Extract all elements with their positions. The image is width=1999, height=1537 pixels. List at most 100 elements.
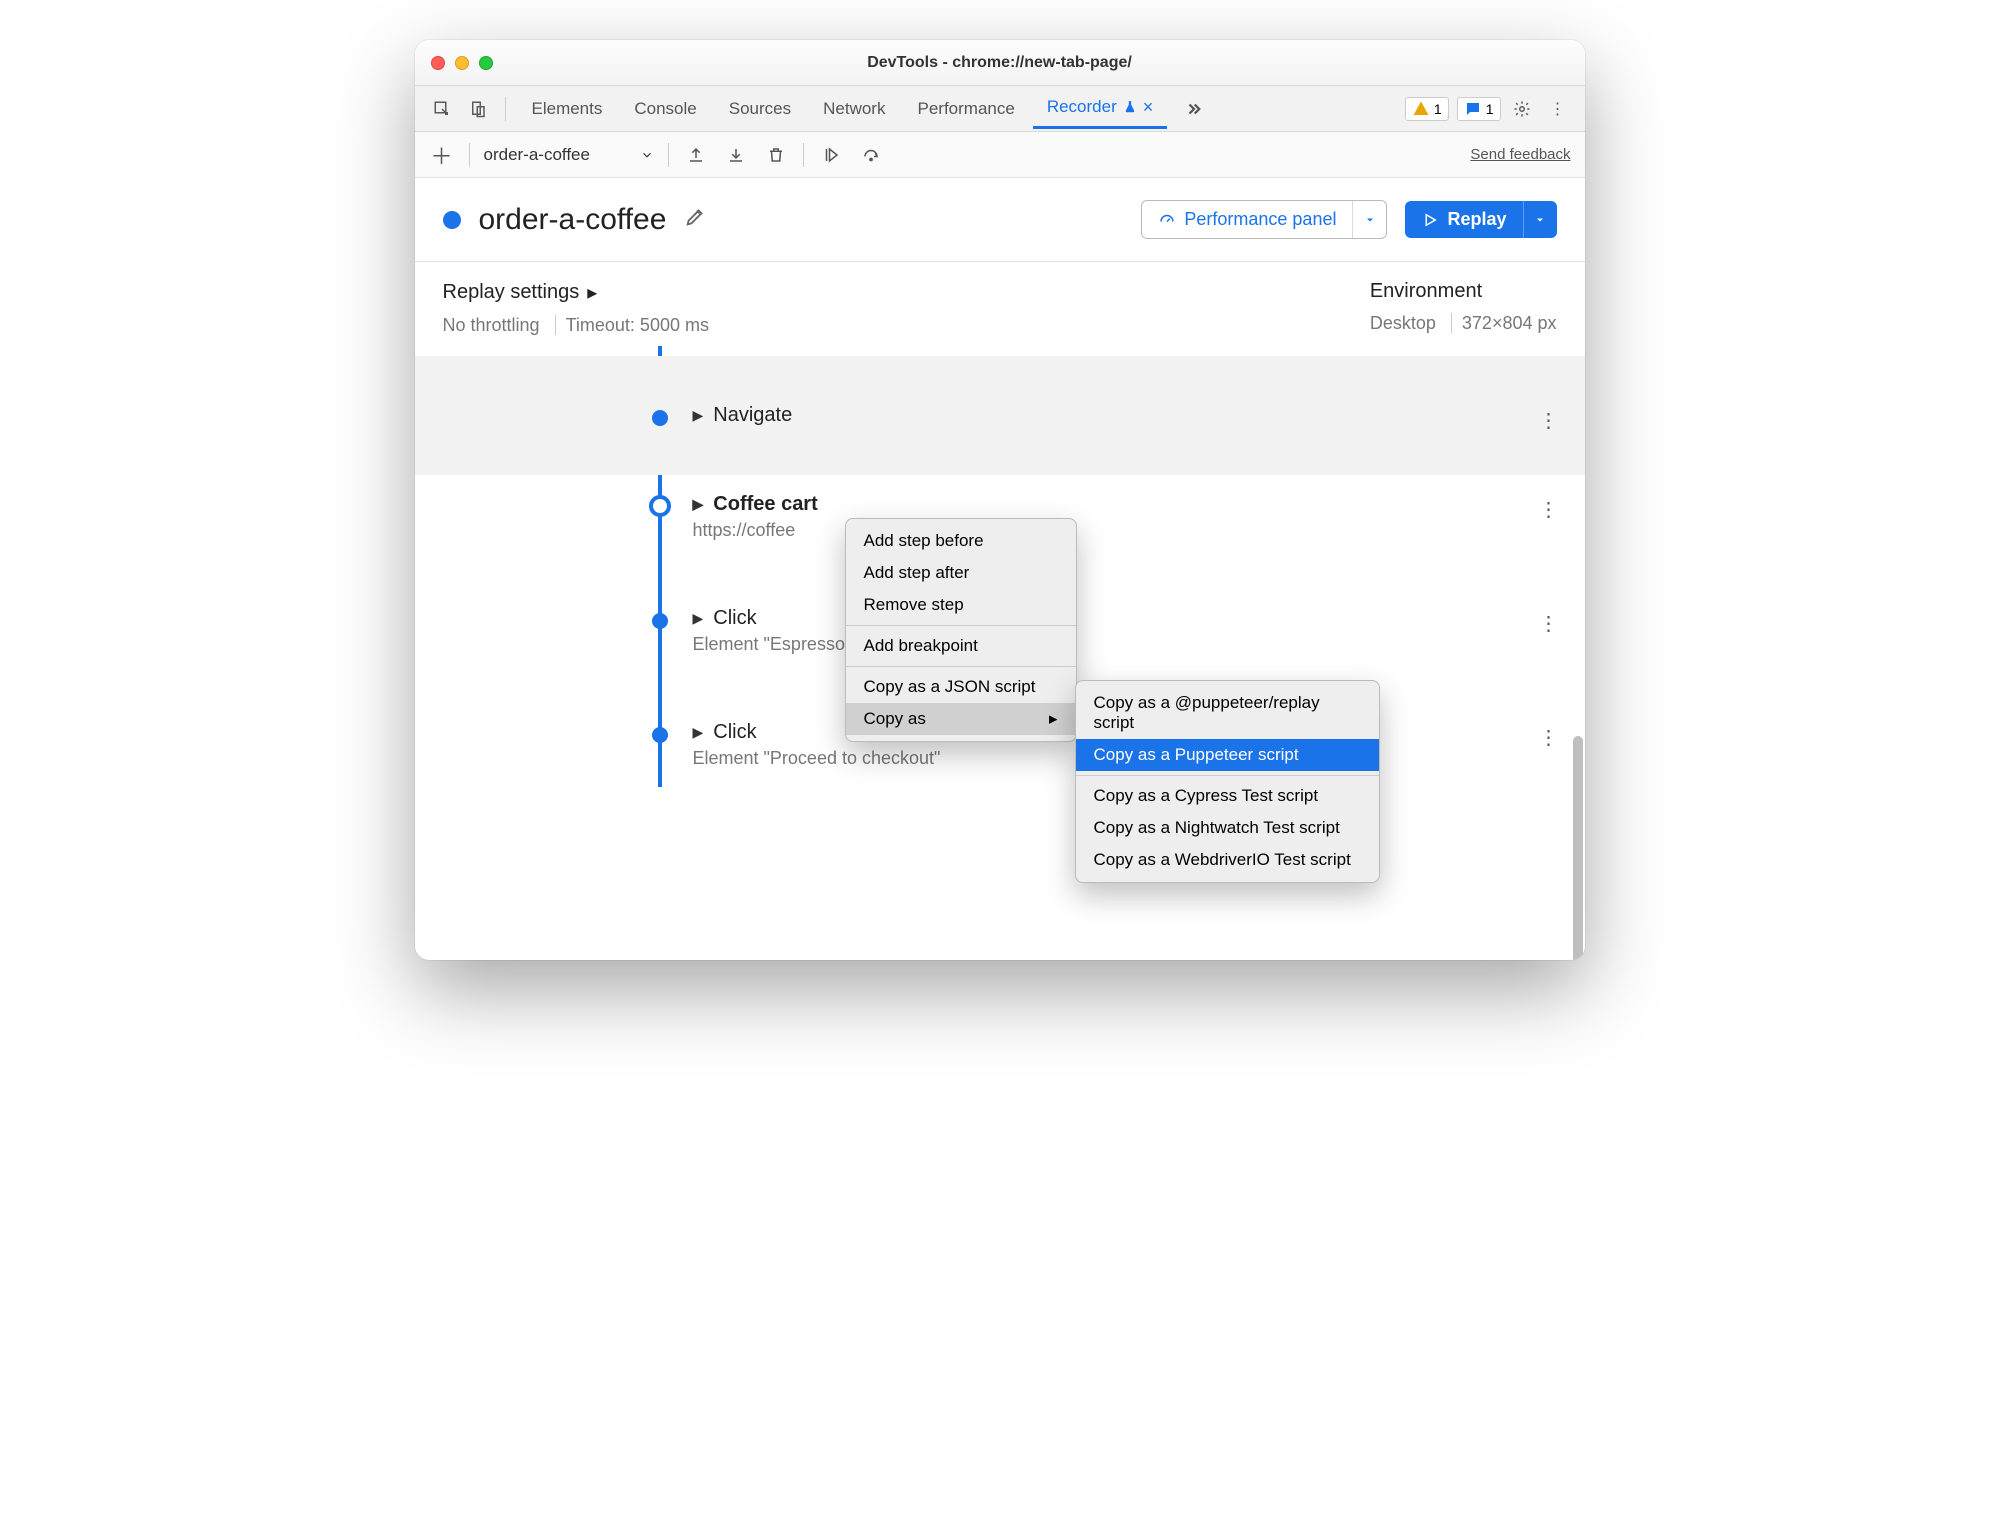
step-over-icon[interactable] <box>858 146 884 164</box>
tab-elements[interactable]: Elements <box>518 89 617 129</box>
gauge-icon <box>1158 211 1176 229</box>
recording-name-label: order-a-coffee <box>484 145 590 165</box>
scrollbar[interactable] <box>1573 736 1583 960</box>
submenu-nightwatch[interactable]: Copy as a Nightwatch Test script <box>1076 812 1379 844</box>
timeline-node <box>652 410 668 426</box>
replay-button: Replay <box>1405 201 1556 238</box>
submenu-puppeteer-replay[interactable]: Copy as a @puppeteer/replay script <box>1076 687 1379 739</box>
menu-add-step-before[interactable]: Add step before <box>846 525 1076 557</box>
recording-title: order-a-coffee <box>479 203 667 237</box>
env-device-value: Desktop <box>1370 313 1436 333</box>
throttling-value: No throttling <box>443 315 540 335</box>
replay-settings-label: Replay settings <box>443 281 580 304</box>
submenu-puppeteer[interactable]: Copy as a Puppeteer script <box>1076 739 1379 771</box>
chevron-down-icon <box>1364 211 1376 229</box>
warnings-badge[interactable]: 1 <box>1405 97 1449 121</box>
inspect-icon[interactable] <box>427 94 457 124</box>
main-toolbar: Elements Console Sources Network Perform… <box>415 86 1585 132</box>
recording-selector[interactable]: order-a-coffee <box>484 145 654 165</box>
replay-button-main[interactable]: Replay <box>1405 201 1522 238</box>
step-subtitle: Element "Espresso Macchiato" <box>693 634 1557 655</box>
close-tab-icon[interactable]: × <box>1143 97 1154 118</box>
environment-heading: Environment <box>1370 280 1557 303</box>
separator <box>668 143 669 167</box>
replay-settings-meta: No throttling Timeout: 5000 ms <box>443 315 709 336</box>
badge-group: 1 1 <box>1405 97 1501 121</box>
menu-add-breakpoint[interactable]: Add breakpoint <box>846 630 1076 662</box>
edit-title-icon[interactable] <box>684 206 706 233</box>
devtools-window: DevTools - chrome://new-tab-page/ Elemen… <box>415 40 1585 960</box>
tab-performance[interactable]: Performance <box>903 89 1028 129</box>
environment-meta: Desktop 372×804 px <box>1370 313 1557 334</box>
step-title-text: Click <box>713 721 756 744</box>
gear-icon <box>1513 100 1531 118</box>
export-icon[interactable] <box>683 146 709 164</box>
titlebar: DevTools - chrome://new-tab-page/ <box>415 40 1585 86</box>
chevron-right-icon: ▸ <box>587 280 597 305</box>
menu-add-step-after[interactable]: Add step after <box>846 557 1076 589</box>
recorder-subbar: ＋ order-a-coffee Send feedback <box>415 132 1585 178</box>
separator <box>803 143 804 167</box>
step-context-menu: Add step before Add step after Remove st… <box>845 518 1077 742</box>
message-icon <box>1464 100 1482 118</box>
menu-copy-as[interactable]: Copy as ▸ <box>846 703 1076 735</box>
timeout-value: Timeout: 5000 ms <box>566 315 709 335</box>
tab-recorder[interactable]: Recorder × <box>1033 89 1167 129</box>
performance-panel-dropdown[interactable] <box>1352 201 1386 238</box>
step-kebab-menu[interactable]: ⋮ <box>1539 497 1557 522</box>
new-recording-icon[interactable]: ＋ <box>429 139 455 171</box>
performance-panel-main[interactable]: Performance panel <box>1142 201 1352 238</box>
timeline-node <box>652 613 668 629</box>
replay-button-label: Replay <box>1447 209 1506 230</box>
step-title-text: Navigate <box>713 404 792 427</box>
performance-panel-label: Performance panel <box>1184 209 1336 230</box>
step-subtitle: https://coffee <box>693 520 1557 541</box>
menu-separator <box>1076 775 1379 776</box>
step-kebab-menu[interactable]: ⋮ <box>1539 408 1557 433</box>
import-icon[interactable] <box>723 146 749 164</box>
settings-row: Replay settings ▸ No throttling Timeout:… <box>415 262 1585 346</box>
menu-copy-as-label: Copy as <box>864 709 926 729</box>
separator <box>469 143 470 167</box>
menu-separator <box>846 666 1076 667</box>
step-title-text: Coffee cart <box>713 493 817 516</box>
step-navigate[interactable]: ▶ Navigate ⋮ <box>415 356 1585 475</box>
tab-sources[interactable]: Sources <box>715 89 805 129</box>
step-kebab-menu[interactable]: ⋮ <box>1539 611 1557 636</box>
messages-count: 1 <box>1486 101 1494 117</box>
step-kebab-menu[interactable]: ⋮ <box>1539 725 1557 750</box>
menu-copy-json[interactable]: Copy as a JSON script <box>846 671 1076 703</box>
replay-button-dropdown[interactable] <box>1523 201 1557 238</box>
more-tabs-button[interactable] <box>1171 89 1217 129</box>
warning-icon <box>1412 100 1430 118</box>
chevron-double-right-icon <box>1185 100 1203 118</box>
settings-icon[interactable] <box>1507 94 1537 124</box>
chevron-down-icon <box>640 146 654 164</box>
timeline-node-hollow <box>649 495 671 517</box>
replay-settings-heading[interactable]: Replay settings ▸ <box>443 280 709 305</box>
submenu-webdriverio[interactable]: Copy as a WebdriverIO Test script <box>1076 844 1379 876</box>
delete-icon[interactable] <box>763 146 789 164</box>
tab-recorder-label: Recorder <box>1047 97 1117 117</box>
device-toolbar-icon[interactable] <box>463 94 493 124</box>
chevron-right-icon: ▶ <box>693 724 704 741</box>
recording-header: order-a-coffee Performance panel Replay <box>415 178 1585 262</box>
play-icon <box>1421 211 1439 229</box>
tab-console[interactable]: Console <box>620 89 710 129</box>
kebab-menu-icon[interactable]: ⋮ <box>1543 94 1573 124</box>
messages-badge[interactable]: 1 <box>1457 97 1501 121</box>
send-feedback-link[interactable]: Send feedback <box>1470 146 1570 163</box>
tab-network[interactable]: Network <box>809 89 899 129</box>
menu-remove-step[interactable]: Remove step <box>846 589 1076 621</box>
step-replay-icon[interactable] <box>818 146 844 164</box>
recording-status-dot <box>443 211 461 229</box>
chevron-right-icon: ▶ <box>693 610 704 627</box>
chevron-right-icon: ▶ <box>693 407 704 424</box>
chevron-right-icon: ▶ <box>693 496 704 513</box>
chevron-right-icon: ▸ <box>1049 709 1058 729</box>
window-title: DevTools - chrome://new-tab-page/ <box>415 54 1585 72</box>
warnings-count: 1 <box>1434 101 1442 117</box>
timeline-node <box>652 727 668 743</box>
panel-tabs: Elements Console Sources Network Perform… <box>518 89 1399 129</box>
submenu-cypress[interactable]: Copy as a Cypress Test script <box>1076 780 1379 812</box>
